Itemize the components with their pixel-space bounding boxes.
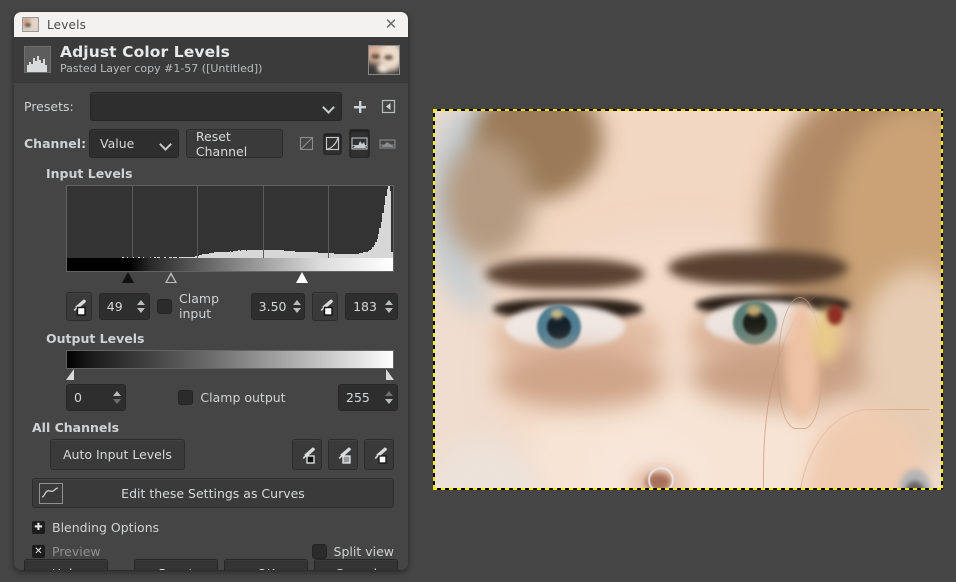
edit-as-curves-label: Edit these Settings as Curves (121, 485, 305, 501)
perceptual-histogram-icon[interactable] (323, 132, 343, 155)
channel-label: Channel: (24, 136, 87, 151)
cancel-label: Cancel (335, 566, 377, 571)
clamp-input-checkbox[interactable] (157, 298, 173, 314)
input-low-value: 49 (106, 298, 123, 314)
output-high-stepper[interactable] (381, 385, 397, 410)
input-white-point-handle[interactable] (296, 272, 309, 283)
input-levels-title: Input Levels (46, 166, 133, 181)
footer-buttons: Help Reset OK Cancel (24, 559, 398, 570)
pick-white-point-all-icon[interactable] (364, 439, 394, 470)
preview-checkbox[interactable]: ✕ (32, 545, 45, 558)
output-high-handle[interactable] (386, 369, 394, 380)
header-subtitle: Pasted Layer copy #1-57 ([Untitled]) (60, 61, 263, 75)
plus-icon[interactable] (350, 97, 370, 117)
input-low-spinner[interactable]: 49 (98, 292, 151, 320)
output-low-value: 0 (74, 390, 82, 405)
image-canvas[interactable] (433, 109, 943, 490)
channel-value: Value (100, 136, 135, 151)
preview-row: ✕ Preview Split view (32, 544, 394, 559)
reset-button[interactable]: Reset (134, 559, 218, 570)
chevron-down-icon (323, 101, 335, 113)
levels-dialog: Levels ✕ Adjust Color Levels Pasted Laye… (14, 12, 408, 570)
input-low-stepper[interactable] (133, 293, 150, 319)
close-icon[interactable]: ✕ (380, 14, 402, 36)
logarithmic-scale-icon[interactable] (377, 129, 398, 158)
linear-histogram-icon[interactable] (297, 133, 316, 155)
channel-combo[interactable]: Value (89, 129, 179, 158)
input-slider-row (66, 272, 394, 285)
pick-black-point-icon[interactable] (66, 291, 92, 321)
output-slider-row (66, 369, 394, 380)
ok-button[interactable]: OK (224, 559, 308, 570)
help-button[interactable]: Help (24, 559, 108, 570)
header-texts: Adjust Color Levels Pasted Layer copy #1… (60, 42, 359, 76)
cancel-button[interactable]: Cancel (314, 559, 398, 570)
presets-label: Presets: (24, 99, 74, 114)
help-label: Help (52, 566, 81, 571)
input-histogram-group (66, 185, 394, 285)
input-gradient-bar (66, 258, 394, 272)
output-low-spinner[interactable]: 0 (66, 384, 126, 411)
output-levels-title: Output Levels (46, 331, 145, 346)
all-channels-title: All Channels (32, 420, 120, 435)
pick-gray-point-all-icon[interactable] (328, 439, 358, 470)
expander-plus-icon[interactable]: ✚ (32, 521, 45, 534)
input-high-stepper[interactable] (381, 293, 398, 319)
input-gamma-handle[interactable] (164, 272, 177, 283)
dialog-header: Adjust Color Levels Pasted Layer copy #1… (14, 37, 408, 83)
blending-options-label: Blending Options (52, 520, 160, 535)
chevron-down-icon (160, 138, 172, 150)
presets-row: Presets: (24, 92, 398, 121)
ok-label: OK (257, 566, 275, 571)
all-channels-row: Auto Input Levels (50, 439, 394, 470)
clamp-input-label: Clamp input (179, 291, 220, 321)
preset-menu-icon[interactable] (378, 97, 398, 117)
output-values-row: 0 Clamp output 255 (66, 384, 398, 411)
image-thumbnail-icon (22, 17, 39, 32)
image-canvas-content (433, 109, 943, 490)
channel-row: Channel: Value Reset Channel (24, 128, 398, 159)
input-black-point-handle[interactable] (122, 272, 135, 283)
split-view-label: Split view (333, 544, 394, 559)
input-gamma-stepper[interactable] (290, 293, 305, 319)
output-high-value: 255 (346, 390, 370, 405)
input-high-value: 183 (353, 298, 377, 314)
clamp-output-checkbox[interactable] (178, 390, 194, 405)
output-gradient-bar (66, 350, 394, 369)
reset-channel-label: Reset Channel (195, 128, 248, 159)
auto-input-levels-label: Auto Input Levels (63, 447, 172, 462)
split-view-checkbox[interactable] (311, 544, 327, 559)
input-gamma-value: 3.50 (258, 298, 287, 314)
auto-input-levels-button[interactable]: Auto Input Levels (50, 439, 185, 470)
dialog-footer: Help Reset OK Cancel (14, 559, 408, 570)
output-low-handle[interactable] (66, 369, 74, 380)
histogram-icon (24, 46, 51, 73)
dialog-titlebar: Levels ✕ (14, 12, 408, 37)
presets-combo[interactable] (90, 92, 342, 121)
dialog-title: Levels (47, 17, 87, 32)
edit-as-curves-button[interactable]: Edit these Settings as Curves (32, 478, 394, 508)
reset-channel-button[interactable]: Reset Channel (185, 128, 284, 159)
input-values-row: 49 Clamp input 3.50 183 (66, 291, 399, 321)
output-high-spinner[interactable]: 255 (338, 384, 398, 411)
reset-label: Reset (159, 566, 194, 571)
preview-label: Preview (52, 544, 101, 559)
pick-black-point-all-icon[interactable] (292, 439, 322, 470)
layer-thumbnail (368, 44, 400, 75)
input-high-spinner[interactable]: 183 (345, 292, 399, 320)
dialog-body: Presets: Channel: Value Reset Channel In… (14, 83, 408, 559)
output-low-stepper[interactable] (109, 385, 125, 410)
histogram-chart[interactable] (66, 185, 394, 258)
pick-white-point-icon[interactable] (312, 291, 339, 321)
clamp-output-label: Clamp output (200, 390, 286, 405)
histogram-bars (67, 186, 393, 258)
input-gamma-spinner[interactable]: 3.50 (250, 292, 306, 320)
linear-scale-icon[interactable] (349, 129, 371, 158)
output-gradient-group (66, 350, 394, 380)
blending-options-row[interactable]: ✚ Blending Options (32, 520, 398, 535)
page-title: Adjust Color Levels (60, 42, 230, 61)
